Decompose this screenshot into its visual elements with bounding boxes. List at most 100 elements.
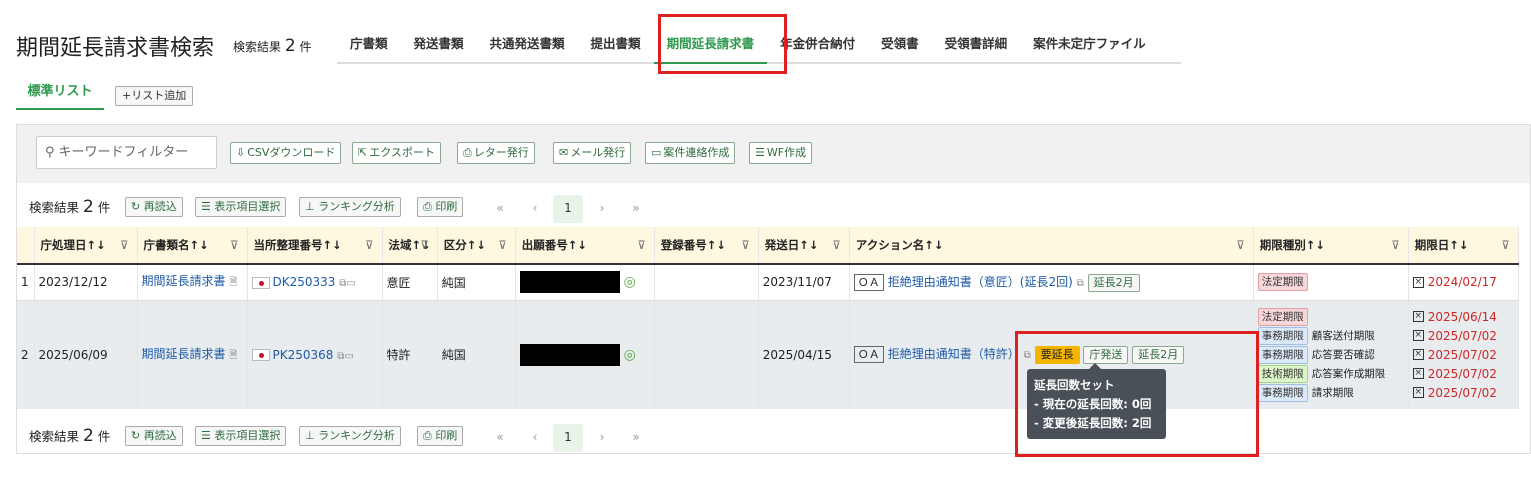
list-tab-standard[interactable]: 標準リスト bbox=[16, 78, 104, 110]
close-icon[interactable]: × bbox=[1412, 311, 1424, 323]
reload-button[interactable]: ↻ 再読込 bbox=[125, 426, 183, 446]
tab-common-sent-documents[interactable]: 共通発送書類 bbox=[477, 24, 578, 62]
list-icon: ☰ bbox=[201, 429, 211, 442]
column-select-button[interactable]: ☰ 表示項目選択 bbox=[195, 426, 287, 446]
ref-number-link[interactable]: DK250333 bbox=[273, 275, 336, 289]
prev-page-button[interactable]: ‹ bbox=[520, 424, 550, 452]
extension-badge[interactable]: 延長2月 bbox=[1087, 273, 1140, 292]
filter-icon[interactable]: ⊽ bbox=[230, 238, 238, 252]
document-icon[interactable]: 🗎 bbox=[229, 350, 237, 361]
result-count: 検索結果 2 件 bbox=[233, 36, 312, 56]
filter-icon[interactable]: ⊽ bbox=[741, 238, 749, 252]
period-type-badge: 法定期限 bbox=[1257, 273, 1308, 292]
refresh-icon: ↻ bbox=[131, 200, 141, 213]
result-bar-top: 検索結果 2 件 ↻ 再読込 ☰ 表示項目選択 ⊥ ランキング分析 ⎙ 印刷 «… bbox=[17, 185, 1530, 225]
action-link[interactable]: 拒絶理由通知書（特許） bbox=[888, 347, 1020, 361]
result-bar-bottom: 検索結果 2 件 ↻ 再読込 ☰ 表示項目選択 ⊥ ランキング分析 ⎙ 印刷 «… bbox=[17, 414, 1530, 454]
oa-badge: ＯＡ bbox=[853, 346, 884, 364]
close-icon[interactable]: × bbox=[1412, 368, 1424, 380]
last-page-button[interactable]: » bbox=[621, 195, 651, 223]
column-header-send-date[interactable]: 発送日↑↓ ⊽ bbox=[758, 227, 850, 265]
column-header-ref-number[interactable]: 当所整理番号↑↓ ⊽ bbox=[247, 227, 383, 265]
ranking-button[interactable]: ⊥ ランキング分析 bbox=[299, 426, 401, 446]
filter-icon[interactable]: ⊽ bbox=[637, 238, 645, 252]
next-page-button[interactable]: › bbox=[587, 195, 617, 223]
column-header-kubun[interactable]: 区分↑↓ ⊽ bbox=[437, 227, 516, 265]
hierarchy-icon: ⊥ bbox=[305, 200, 315, 213]
copy-icon[interactable]: ⧉▭ bbox=[339, 278, 356, 289]
filter-icon[interactable]: ⊽ bbox=[498, 238, 506, 252]
tab-unassigned-files[interactable]: 案件未定庁ファイル bbox=[1020, 24, 1159, 62]
tab-receipts[interactable]: 受領書 bbox=[868, 24, 932, 62]
swirl-icon[interactable]: ◎ bbox=[624, 274, 636, 290]
tab-office-documents[interactable]: 庁書類 bbox=[337, 24, 401, 62]
filter-icon[interactable]: ⊽ bbox=[1391, 238, 1399, 252]
tab-receipt-details[interactable]: 受領書詳細 bbox=[932, 24, 1021, 62]
doc-name-link[interactable]: 期間延長請求書 bbox=[142, 347, 226, 361]
first-page-button[interactable]: « bbox=[485, 195, 515, 223]
table-row[interactable]: 1 2023/12/12 期間延長請求書 🗎 DK250333 ⧉▭ 意匠 純国… bbox=[17, 264, 1519, 301]
period-type-badge: 事務期限 bbox=[1257, 383, 1308, 402]
export-button[interactable]: ⇱ エクスポート bbox=[352, 142, 441, 164]
copy-icon[interactable]: ⧉ bbox=[1077, 278, 1084, 289]
column-header-action[interactable]: アクション名↑↓ ⊽ bbox=[849, 227, 1254, 265]
filter-icon[interactable]: ⊽ bbox=[1501, 238, 1509, 252]
swirl-icon[interactable]: ◎ bbox=[624, 347, 636, 363]
highlight-box-tab bbox=[658, 14, 787, 74]
close-icon[interactable]: × bbox=[1412, 349, 1424, 361]
column-header-deadline[interactable]: 期限日↑↓ ⊽ bbox=[1408, 227, 1519, 265]
last-page-button[interactable]: » bbox=[621, 424, 651, 452]
letter-button[interactable]: ⎙ レター発行 bbox=[457, 142, 535, 164]
ref-number-link[interactable]: PK250368 bbox=[273, 348, 334, 362]
doc-name-link[interactable]: 期間延長請求書 bbox=[142, 274, 226, 288]
chat-icon: ▭ bbox=[651, 146, 662, 159]
download-icon: ⇩ bbox=[236, 146, 246, 159]
document-icon[interactable]: 🗎 bbox=[229, 277, 237, 288]
page-title: 期間延長請求書検索 bbox=[16, 36, 215, 61]
print-button[interactable]: ⎙ 印刷 bbox=[417, 426, 464, 446]
wf-create-button[interactable]: ☰ WF作成 bbox=[749, 142, 813, 164]
export-icon: ⇱ bbox=[358, 146, 368, 159]
column-header-app-number[interactable]: 出願番号↑↓ ⊽ bbox=[515, 227, 655, 265]
tab-submitted-documents[interactable]: 提出書類 bbox=[578, 24, 654, 62]
period-type-badge: 事務期限 bbox=[1257, 326, 1308, 345]
prev-page-button[interactable]: ‹ bbox=[520, 195, 550, 223]
csv-download-button[interactable]: ⇩ CSVダウンロード bbox=[230, 142, 342, 164]
tab-sent-documents[interactable]: 発送書類 bbox=[401, 24, 477, 62]
action-link[interactable]: 拒絶理由通知書（意匠）(延長2回) bbox=[888, 275, 1073, 289]
filter-icon[interactable]: ⊽ bbox=[120, 238, 128, 252]
case-contact-button[interactable]: ▭ 案件連絡作成 bbox=[645, 142, 736, 164]
next-page-button[interactable]: › bbox=[587, 424, 617, 452]
filter-icon[interactable]: ⊽ bbox=[420, 238, 428, 252]
column-select-button[interactable]: ☰ 表示項目選択 bbox=[195, 197, 287, 217]
ranking-button[interactable]: ⊥ ランキング分析 bbox=[299, 197, 401, 217]
filter-icon[interactable]: ⊽ bbox=[832, 238, 840, 252]
close-icon[interactable]: × bbox=[1412, 276, 1424, 288]
table-row[interactable]: 2 2025/06/09 期間延長請求書 🗎 PK250368 ⧉▭ 特許 純国… bbox=[17, 300, 1519, 409]
close-icon[interactable]: × bbox=[1412, 330, 1424, 342]
print-button[interactable]: ⎙ 印刷 bbox=[417, 197, 464, 217]
close-icon[interactable]: × bbox=[1412, 387, 1424, 399]
column-header-domain[interactable]: 法域↑↓ ⊽ bbox=[382, 227, 438, 265]
mail-button[interactable]: ✉ メール発行 bbox=[553, 142, 632, 164]
copy-icon[interactable]: ⧉▭ bbox=[337, 351, 354, 362]
add-list-button[interactable]: +リスト追加 bbox=[115, 86, 194, 106]
page-1-button[interactable]: 1 bbox=[553, 424, 583, 452]
hierarchy-icon: ⊥ bbox=[305, 429, 315, 442]
period-type-badge: 法定期限 bbox=[1257, 307, 1308, 326]
keyword-filter-input[interactable]: ⚲ キーワードフィルター bbox=[36, 136, 217, 169]
toolbar: ⚲ キーワードフィルター ⇩ CSVダウンロード ⇱ エクスポート ⎙ レター発行 ✉ メ… bbox=[17, 125, 1530, 183]
page-1-button[interactable]: 1 bbox=[553, 195, 583, 223]
oa-badge: ＯＡ bbox=[853, 273, 884, 291]
first-page-button[interactable]: « bbox=[485, 424, 515, 452]
table-header-row: 庁処理日↑↓ ⊽ 庁書類名↑↓ ⊽ 当所整理番号↑↓ ⊽ 法域↑↓ ⊽ 区分↑↓ ⊽ 出願… bbox=[17, 227, 1519, 265]
filter-icon[interactable]: ⊽ bbox=[1236, 238, 1244, 252]
filter-icon[interactable]: ⊽ bbox=[365, 238, 373, 252]
column-header-office-date[interactable]: 庁処理日↑↓ ⊽ bbox=[34, 227, 138, 265]
column-header-period-type[interactable]: 期限種別↑↓ ⊽ bbox=[1253, 227, 1409, 265]
column-header-doc-name[interactable]: 庁書類名↑↓ ⊽ bbox=[137, 227, 248, 265]
printer-icon: ⎙ bbox=[423, 200, 432, 213]
mail-icon: ✉ bbox=[559, 146, 569, 159]
reload-button[interactable]: ↻ 再読込 bbox=[125, 197, 183, 217]
column-header-reg-number[interactable]: 登録番号↑↓ ⊽ bbox=[654, 227, 759, 265]
